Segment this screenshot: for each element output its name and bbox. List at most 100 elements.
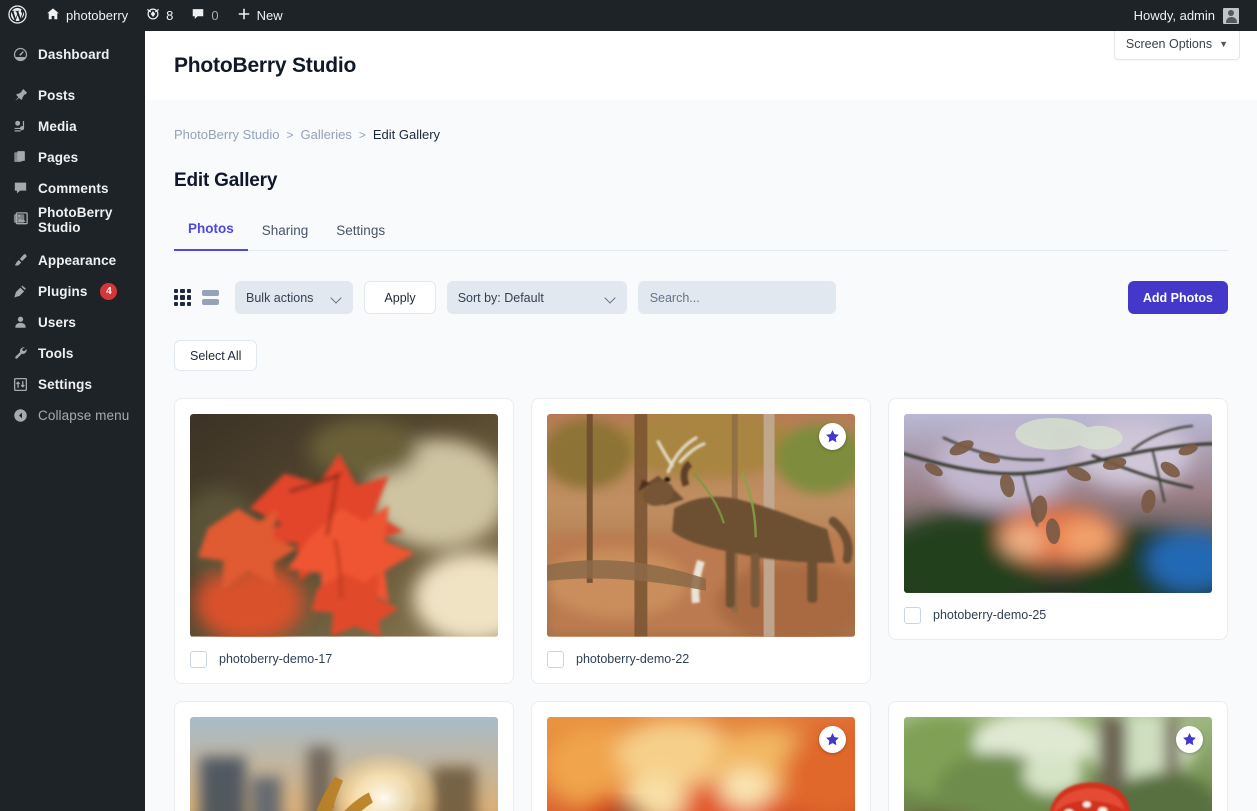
breadcrumb-item-galleries[interactable]: Galleries [301,127,352,142]
photo-select-checkbox[interactable] [190,650,207,668]
sidebar-item-label: Settings [38,377,93,392]
breadcrumb: PhotoBerry Studio > Galleries > Edit Gal… [174,100,1228,142]
home-icon [46,7,60,24]
photo-title: photoberry-demo-17 [219,652,333,667]
gallery-toolbar: Bulk actions Apply Sort by: Default Add … [174,281,1228,314]
photo-thumbnail-wrap[interactable] [547,414,855,637]
sidebar-item-collapse-menu[interactable]: Collapse menu [0,400,145,431]
comments-count: 0 [211,8,219,23]
sidebar-item-label: Dashboard [38,47,110,62]
tab-sharing[interactable]: Sharing [248,217,323,251]
sidebar-item-tools[interactable]: Tools [0,338,145,369]
sidebar-item-plugins[interactable]: Plugins 4 [0,276,145,307]
photo-card[interactable]: photoberry-demo-17 [174,398,514,684]
chevron-down-icon [331,292,342,303]
site-name-label: photoberry [66,8,129,23]
sidebar-item-pages[interactable]: Pages [0,142,145,173]
select-all-button[interactable]: Select All [174,340,258,371]
photo-thumbnail [190,414,498,637]
sidebar-item-photoberry-studio[interactable]: PhotoBerry Studio [0,204,145,235]
photo-card-footer: photoberry-demo-25 [904,606,1212,624]
wp-admin-bar: photoberry 8 0 New Howdy, admin [0,0,1257,31]
sidebar-item-label: Appearance [38,253,117,268]
sidebar-item-posts[interactable]: Posts [0,80,145,111]
chevron-down-icon: ▼ [1219,39,1228,49]
pages-icon [11,149,29,167]
photo-thumbnail-wrap[interactable] [904,414,1212,593]
photo-card[interactable]: photoberry-demo-22 [531,398,871,684]
sidebar-item-media[interactable]: Media [0,111,145,142]
new-content-menu[interactable]: New [228,0,292,31]
comment-icon [11,180,29,198]
tab-bar: Photos Sharing Settings [174,215,1228,251]
sidebar-item-label: Posts [38,88,76,103]
plus-icon [237,7,251,24]
sidebar-item-label: Pages [38,150,79,165]
photo-thumbnail [190,716,498,811]
bulk-actions-select[interactable]: Bulk actions [235,281,354,314]
photo-thumbnail [547,414,855,637]
breadcrumb-separator: > [358,127,366,142]
plug-icon [11,283,29,301]
bulk-actions-label: Bulk actions [246,290,314,305]
photo-thumbnail-wrap[interactable] [904,716,1212,811]
photo-card[interactable]: photoberry-demo-38 [888,700,1228,811]
featured-star-badge[interactable] [1176,725,1203,753]
screen-options-toggle[interactable]: Screen Options ▼ [1113,30,1240,60]
sidebar-item-appearance[interactable]: Appearance [0,245,145,276]
sidebar-item-users[interactable]: Users [0,307,145,338]
screen-options-label: Screen Options [1125,37,1213,51]
sidebar-item-label: Users [38,315,77,330]
apply-button[interactable]: Apply [364,281,436,314]
breadcrumb-item-edit-gallery: Edit Gallery [372,127,441,142]
breadcrumb-item-photoberry-studio[interactable]: PhotoBerry Studio [174,127,280,142]
photo-card[interactable]: photoberry-demo-25 [888,398,1228,640]
chevron-down-icon [605,292,616,303]
wrench-icon [11,345,29,363]
list-view-icon[interactable] [202,289,219,306]
featured-star-badge[interactable] [819,423,846,450]
user-icon [11,314,29,332]
photo-thumbnail [904,414,1212,593]
page-title: Edit Gallery [174,170,278,191]
sidebar-item-label: PhotoBerry Studio [38,204,113,235]
sort-by-label: Sort by: Default [457,290,544,305]
sidebar-item-settings[interactable]: Settings [0,369,145,400]
search-input[interactable] [637,281,836,314]
photo-select-checkbox[interactable] [547,650,564,668]
settings-icon [11,376,29,394]
add-photos-button[interactable]: Add Photos [1127,281,1228,314]
photo-card[interactable]: photoberry-demo-31 [174,700,514,811]
sidebar-item-label: Collapse menu [38,408,130,423]
page-header: PhotoBerry Studio [145,31,1257,100]
photo-thumbnail [904,716,1212,811]
sidebar-item-label: Comments [38,181,109,196]
howdy-account-menu[interactable]: Howdy, admin [1126,7,1247,24]
photo-card-footer: photoberry-demo-17 [190,650,498,668]
sidebar-item-comments[interactable]: Comments [0,173,145,204]
photo-thumbnail [547,716,855,811]
photo-thumbnail-wrap[interactable] [547,716,855,811]
updates-count: 8 [166,8,174,23]
howdy-label: Howdy, admin [1133,8,1215,23]
star-icon [1183,732,1196,745]
photo-thumbnail-wrap[interactable] [190,414,498,637]
brush-icon [11,252,29,270]
photo-card[interactable]: photoberry-demo-34 [531,700,871,811]
photo-thumbnail-wrap[interactable] [190,716,498,811]
grid-view-icon[interactable] [174,289,191,306]
tab-settings[interactable]: Settings [322,217,399,251]
photo-select-checkbox[interactable] [904,606,921,624]
site-name-menu[interactable]: photoberry [37,0,137,31]
tab-photos[interactable]: Photos [174,215,248,251]
sidebar-item-label: Media [38,119,77,134]
app-title: PhotoBerry Studio [174,53,357,77]
comments-menu[interactable]: 0 [182,0,227,31]
updates-menu[interactable]: 8 [137,0,182,31]
sidebar-item-dashboard[interactable]: Dashboard [0,39,145,70]
wordpress-logo-button[interactable] [0,0,37,31]
photo-title: photoberry-demo-25 [933,608,1047,623]
featured-star-badge[interactable] [819,725,846,753]
breadcrumb-separator: > [286,127,294,142]
sort-by-select[interactable]: Sort by: Default [446,281,627,314]
